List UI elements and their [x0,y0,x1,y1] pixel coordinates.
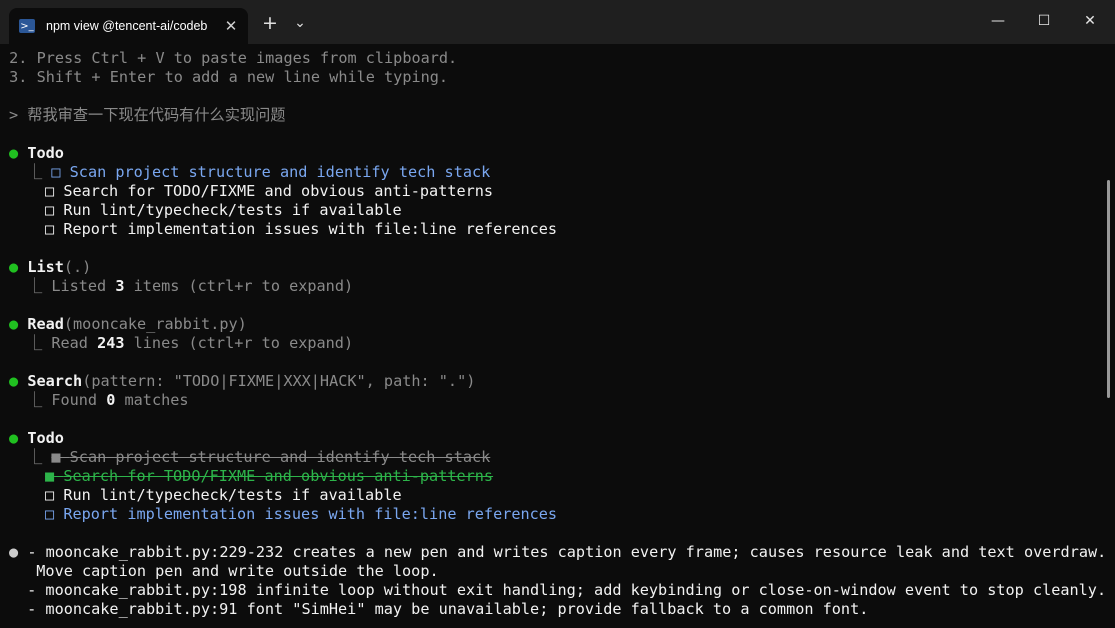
branch-icon: ⎿ [27,448,43,466]
todo-item: □ Search for TODO/FIXME and obvious anti… [45,182,494,200]
status-dot-icon: ● [9,372,19,390]
branch-icon: ⎿ [27,163,43,181]
new-tab-button[interactable]: + [257,10,283,36]
tool-result: ⎿ Listed 3 items (ctrl+r to expand) [27,277,354,295]
tip-line: 3. Shift + Enter to add a new line while… [0,68,449,86]
tab-close-icon[interactable]: ✕ [222,17,240,35]
branch-icon: ⎿ [27,391,43,409]
tool-call-search: ● Search(pattern: "TODO|FIXME|XXX|HACK",… [9,372,476,390]
checkbox-checked-icon: ■ [45,467,55,485]
tab-title: npm view @tencent-ai/codeb [46,19,208,33]
scrollbar-thumb[interactable] [1107,180,1110,398]
maximize-button[interactable]: ☐ [1022,4,1066,38]
todo-item: □ Report implementation issues with file… [45,220,558,238]
title-bar: >_ npm view @tencent-ai/codeb ✕ + ⌄ — ☐ … [0,0,1115,44]
todo-item: □ Run lint/typecheck/tests if available [45,486,402,504]
tool-call-list: ● List(.) [9,258,92,276]
todo-item: ■ Search for TODO/FIXME and obvious anti… [45,467,494,485]
todo-item: □ Run lint/typecheck/tests if available [45,201,402,219]
terminal-output[interactable]: 2. Press Ctrl + V to paste images from c… [0,49,1107,628]
todo-item: ⎿ ■ Scan project structure and identify … [27,448,491,466]
todo-item: □ Report implementation issues with file… [45,505,558,523]
branch-icon: ⎿ [27,277,43,295]
status-dot-icon: ● [9,429,19,447]
checkbox-icon: □ [45,182,55,200]
status-dot-icon: ● [9,258,19,276]
finding-line: Move caption pen and write outside the l… [18,562,439,580]
tab-terminal[interactable]: >_ npm view @tencent-ai/codeb ✕ [9,8,248,44]
user-prompt: > 帮我审查一下现在代码有什么实现问题 [9,106,286,124]
tip-line: 2. Press Ctrl + V to paste images from c… [0,49,458,67]
checkbox-checked-icon: ■ [51,448,61,466]
status-dot-icon: ● [9,315,19,333]
checkbox-icon: □ [51,163,61,181]
todo-item: ⎿ □ Scan project structure and identify … [27,163,491,181]
finding-line: - mooncake_rabbit.py:198 infinite loop w… [18,581,1107,599]
tab-dropdown-icon[interactable]: ⌄ [287,10,313,36]
checkbox-icon: □ [45,486,55,504]
checkbox-icon: □ [45,220,55,238]
powershell-icon: >_ [19,19,35,33]
todo-header: ● Todo [9,144,64,162]
minimize-button[interactable]: — [976,4,1020,38]
finding-line: - mooncake_rabbit.py:91 font "SimHei" ma… [18,600,869,618]
tool-result: ⎿ Found 0 matches [27,391,189,409]
finding-line: ● - mooncake_rabbit.py:229-232 creates a… [9,543,1107,561]
branch-icon: ⎿ [27,334,43,352]
tool-call-read: ● Read(mooncake_rabbit.py) [9,315,247,333]
todo-header: ● Todo [9,429,64,447]
close-window-button[interactable]: ✕ [1068,4,1112,38]
checkbox-icon: □ [45,505,55,523]
status-dot-icon: ● [9,543,19,561]
tool-result: ⎿ Read 243 lines (ctrl+r to expand) [27,334,354,352]
status-dot-icon: ● [9,144,19,162]
checkbox-icon: □ [45,201,55,219]
